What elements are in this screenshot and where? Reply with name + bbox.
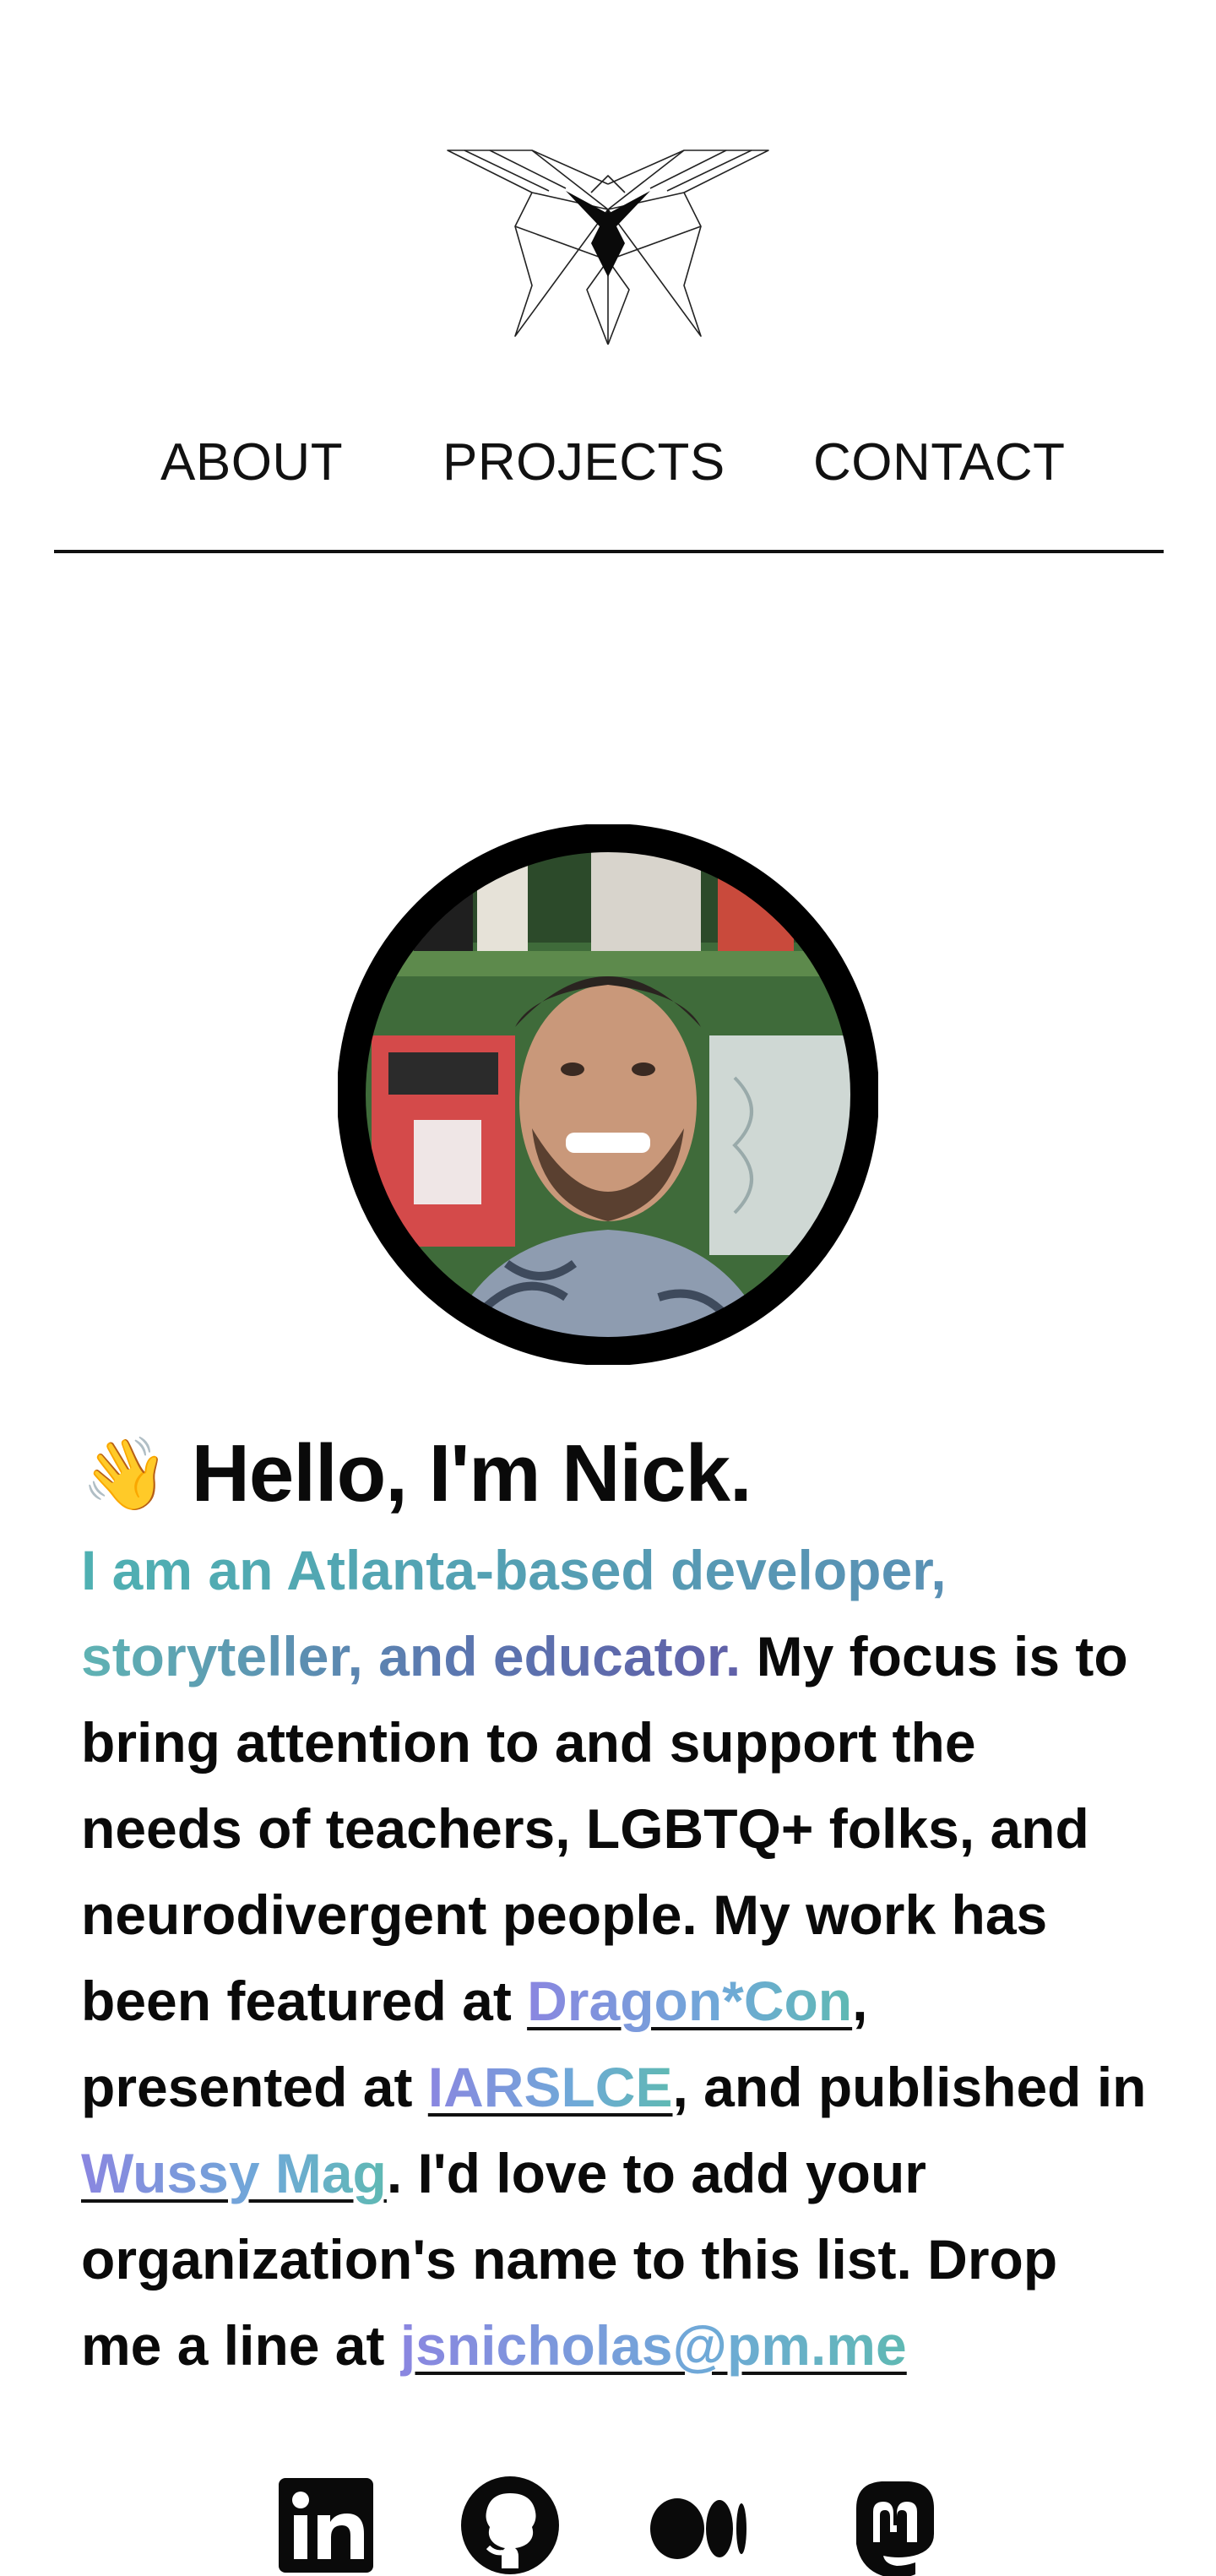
bio-line: bring attention to and support the (81, 1699, 1179, 1785)
mastodon-icon[interactable] (844, 2475, 946, 2576)
nav-divider (54, 550, 1164, 553)
bio-line: neurodivergent people. My work has (81, 1872, 1179, 1958)
bio-text: . I'd love to add your (386, 2142, 926, 2204)
wussy-mag-link[interactable]: Wussy Mag (81, 2142, 387, 2204)
email-link[interactable]: jsnicholas@pm.me (400, 2314, 907, 2377)
nav-about-link[interactable]: ABOUT (160, 429, 343, 497)
github-icon[interactable] (459, 2475, 561, 2576)
bio-line: presented at IARSLCE, and published in (81, 2044, 1179, 2130)
tagline: storyteller, and educator. (81, 1625, 741, 1687)
page-title: 👋 Hello, I'm Nick. (81, 1427, 752, 1520)
bio-line: storyteller, and educator. My focus is t… (81, 1613, 1179, 1699)
geometric-moth-icon[interactable] (439, 142, 777, 345)
medium-icon[interactable] (649, 2475, 750, 2576)
bio-text: neurodivergent people. My work has (81, 1883, 1048, 1946)
bio-paragraph: I am an Atlanta-based developer, storyte… (81, 1527, 1179, 2389)
main-nav: ABOUT PROJECTS CONTACT (0, 429, 1216, 497)
bio-text: organization's name to this list. Drop (81, 2228, 1058, 2291)
greeting-text: Hello, I'm Nick. (191, 1428, 752, 1519)
iarslce-link[interactable]: IARSLCE (428, 2056, 673, 2118)
nav-projects-link[interactable]: PROJECTS (442, 429, 725, 497)
bio-line: me a line at jsnicholas@pm.me (81, 2302, 1179, 2389)
bio-text: presented at (81, 2056, 428, 2118)
bio-text: me a line at (81, 2314, 400, 2377)
dragoncon-link[interactable]: Dragon*Con (527, 1970, 852, 2032)
bio-text: , (852, 1970, 868, 2032)
bio-line: needs of teachers, LGBTQ+ folks, and (81, 1785, 1179, 1872)
bio-line: I am an Atlanta-based developer, (81, 1527, 1179, 1613)
avatar (338, 824, 878, 1365)
bio-line: organization's name to this list. Drop (81, 2216, 1179, 2302)
social-links (0, 2466, 1216, 2576)
bio-line: Wussy Mag. I'd love to add your (81, 2130, 1179, 2216)
bio-text: been featured at (81, 1970, 528, 2032)
bio-text: My focus is to (741, 1625, 1128, 1687)
nav-contact-link[interactable]: CONTACT (813, 429, 1066, 497)
bio-text: bring attention to and support the (81, 1711, 976, 1774)
linkedin-icon[interactable] (275, 2475, 377, 2576)
bio-line: been featured at Dragon*Con, (81, 1958, 1179, 2044)
bio-text: needs of teachers, LGBTQ+ folks, and (81, 1797, 1089, 1860)
tagline: I am an Atlanta-based developer, (81, 1539, 947, 1601)
bio-text: , and published in (672, 2056, 1147, 2118)
waving-hand-icon: 👋 (81, 1432, 170, 1515)
